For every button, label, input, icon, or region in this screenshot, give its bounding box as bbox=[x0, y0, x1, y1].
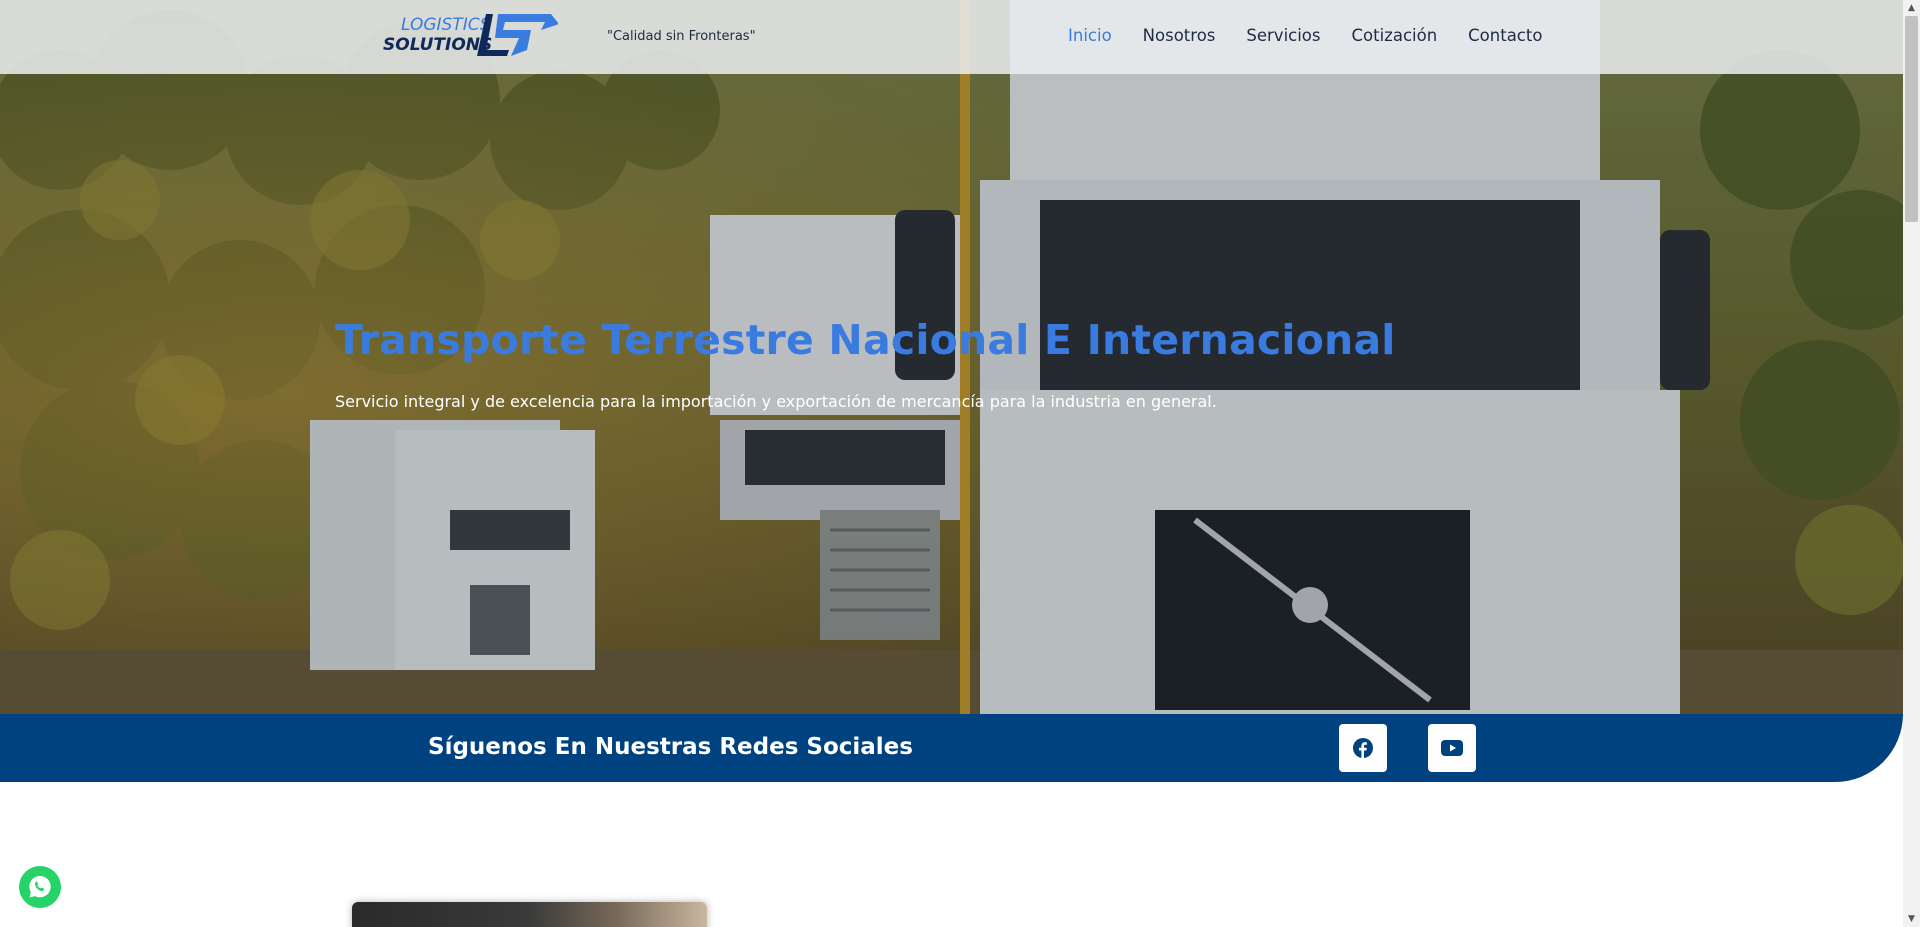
nav-item-contacto[interactable]: Contacto bbox=[1468, 26, 1542, 45]
content-card-image bbox=[352, 902, 707, 927]
nav-item-nosotros[interactable]: Nosotros bbox=[1143, 26, 1216, 45]
nav-item-servicios[interactable]: Servicios bbox=[1246, 26, 1320, 45]
logo-graphic: LOGISTICS SOLUTIONS bbox=[383, 14, 559, 56]
hero-subtitle: Servicio integral y de excelencia para l… bbox=[335, 392, 1217, 411]
scroll-up-arrow-icon[interactable]: ▲ bbox=[1903, 0, 1920, 16]
tagline: "Calidad sin Fronteras" bbox=[607, 29, 756, 44]
scroll-thumb[interactable] bbox=[1905, 16, 1918, 222]
social-band: Síguenos En Nuestras Redes Sociales bbox=[0, 714, 1903, 782]
nav-item-inicio[interactable]: Inicio bbox=[1068, 26, 1112, 45]
social-title: Síguenos En Nuestras Redes Sociales bbox=[428, 734, 913, 760]
page-scrollbar[interactable]: ▲ ▼ bbox=[1903, 0, 1920, 927]
page: Transporte Terrestre Nacional E Internac… bbox=[0, 0, 1920, 927]
nav-item-cotizacion[interactable]: Cotización bbox=[1352, 26, 1438, 45]
hero-banner: Transporte Terrestre Nacional E Internac… bbox=[0, 0, 1903, 714]
site-header: LOGISTICS SOLUTIONS "Calidad sin Fronter… bbox=[0, 0, 1903, 74]
facebook-icon bbox=[1353, 738, 1373, 758]
svg-text:LOGISTICS: LOGISTICS bbox=[401, 15, 491, 35]
facebook-button[interactable] bbox=[1339, 724, 1387, 772]
youtube-icon bbox=[1441, 740, 1463, 756]
whatsapp-icon bbox=[29, 876, 51, 898]
logo[interactable]: LOGISTICS SOLUTIONS bbox=[383, 10, 559, 60]
whatsapp-button[interactable] bbox=[19, 866, 61, 908]
main-nav: Inicio Nosotros Servicios Cotización Con… bbox=[1068, 26, 1542, 45]
svg-text:SOLUTIONS: SOLUTIONS bbox=[383, 35, 492, 55]
hero-title: Transporte Terrestre Nacional E Internac… bbox=[335, 316, 1396, 364]
youtube-button[interactable] bbox=[1428, 724, 1476, 772]
scroll-down-arrow-icon[interactable]: ▼ bbox=[1903, 911, 1920, 927]
